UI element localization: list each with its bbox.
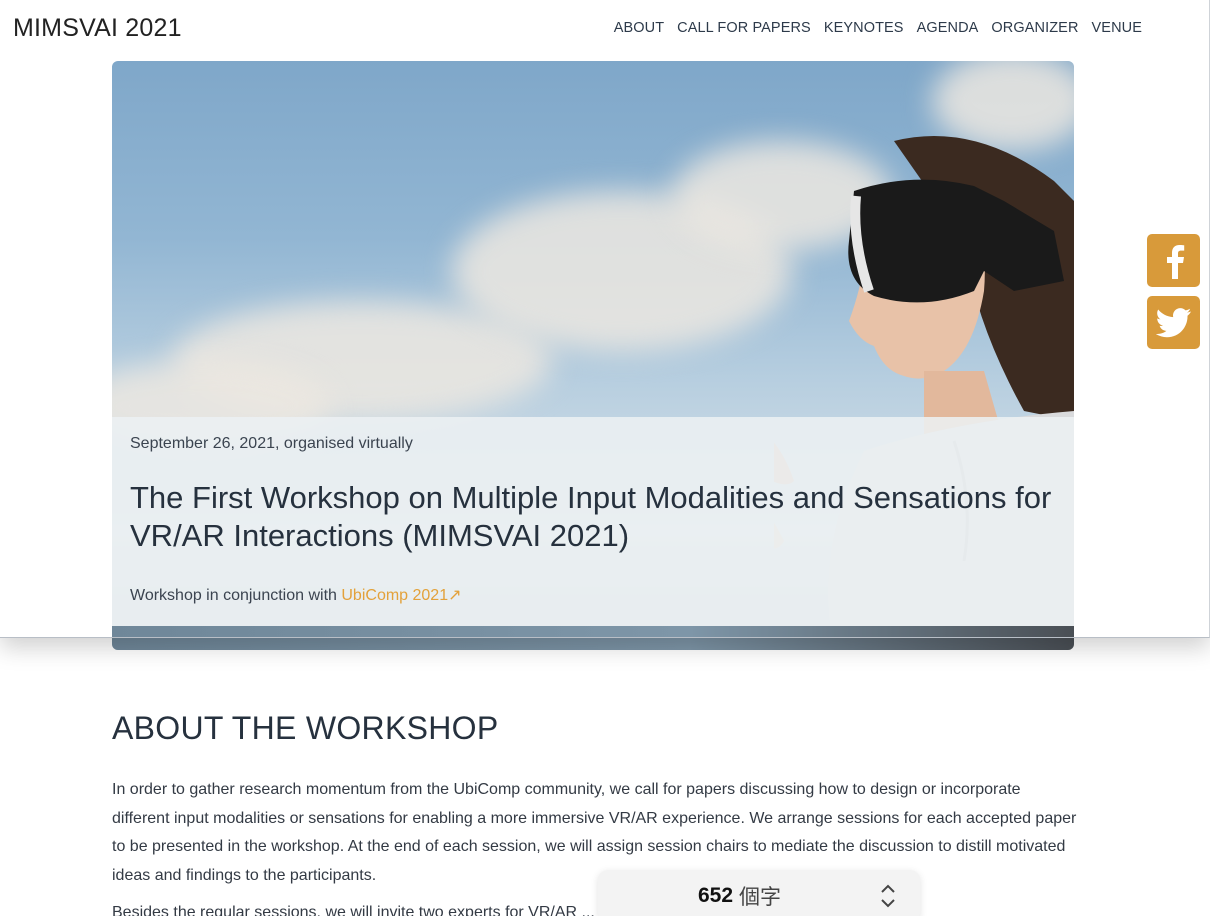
nav-call-for-papers[interactable]: CALL FOR PAPERS [677,20,811,36]
conjunction-prefix: Workshop in conjunction with [130,587,342,604]
word-count-popup[interactable]: 652 個字 [598,870,920,916]
nav-agenda[interactable]: AGENDA [917,20,979,36]
ubicomp-link[interactable]: UbiComp 2021↗ [341,587,461,604]
about-paragraph-2: Besides the regular sessions, we will in… [112,904,595,916]
word-count-unit: 個字 [739,886,782,909]
site-header: MIMSVAI 2021 ABOUT CALL FOR PAPERS KEYNO… [0,0,1210,60]
about-paragraph: In order to gather research momentum fro… [112,781,1077,884]
hero-bottom-strip [112,626,1074,650]
hero-caption: September 26, 2021, organised virtually … [112,417,1074,626]
about-heading: ABOUT THE WORKSHOP [112,710,499,746]
facebook-button[interactable] [1147,234,1200,287]
page-title: The First Workshop on Multiple Input Mod… [130,480,1052,553]
event-date: September 26, 2021, organised virtually [130,435,413,452]
chevron-up-down-icon[interactable] [880,883,896,909]
nav-organizer[interactable]: ORGANIZER [991,20,1078,36]
twitter-button[interactable] [1147,296,1200,349]
hero-card: September 26, 2021, organised virtually … [112,61,1074,650]
nav-about[interactable]: ABOUT [614,20,664,36]
conjunction-line: Workshop in conjunction with UbiComp 202… [130,585,1056,605]
word-count-value: 652 [698,884,734,907]
nav-keynotes[interactable]: KEYNOTES [824,20,904,36]
twitter-icon [1155,307,1191,337]
nav-venue[interactable]: VENUE [1092,20,1142,36]
facebook-icon [1166,244,1184,279]
site-brand[interactable]: MIMSVAI 2021 [13,14,182,43]
main-nav: ABOUT CALL FOR PAPERS KEYNOTES AGENDA OR… [614,20,1142,36]
